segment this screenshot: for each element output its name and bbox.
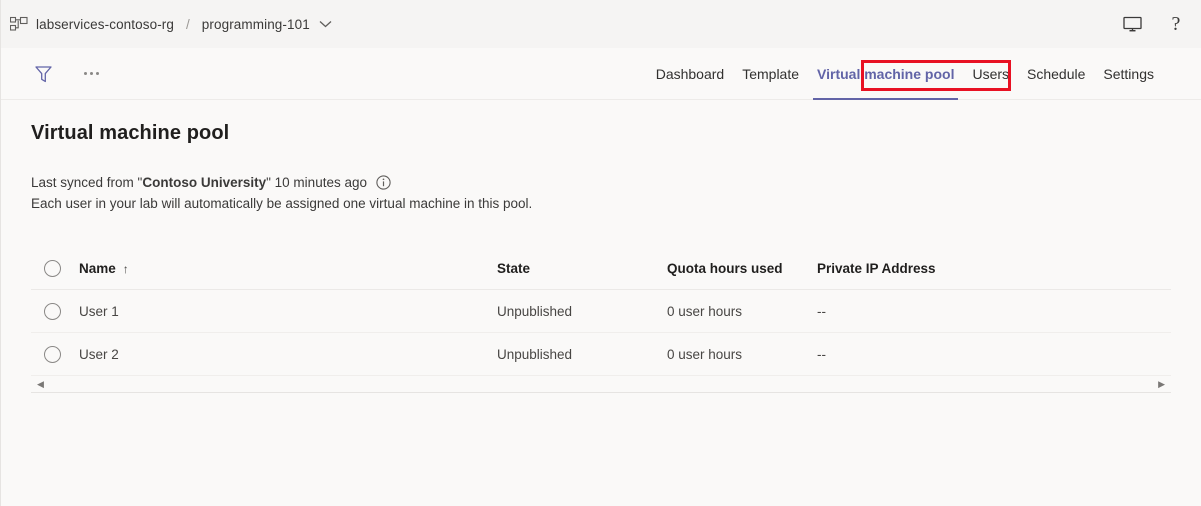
- cell-name: User 2: [79, 347, 497, 362]
- tab-users[interactable]: Users: [963, 48, 1018, 99]
- cell-private-ip-address: --: [817, 347, 1171, 362]
- breadcrumb-bar: labservices-contoso-rg / programming-101…: [1, 0, 1201, 48]
- ellipsis-dot: [84, 72, 87, 75]
- tab-schedule[interactable]: Schedule: [1018, 48, 1094, 99]
- tab-settings[interactable]: Settings: [1094, 48, 1163, 99]
- scroll-right-arrow-icon[interactable]: ▶: [1158, 380, 1165, 389]
- help-glyph: ?: [1172, 14, 1181, 34]
- cell-private-ip-address: --: [817, 304, 1171, 319]
- row-select-cell: [31, 346, 79, 363]
- scroll-left-arrow-icon[interactable]: ◀: [37, 380, 44, 389]
- tab-dashboard[interactable]: Dashboard: [647, 48, 734, 99]
- sync-source-name: Contoso University: [142, 172, 266, 193]
- cell-name: User 1: [79, 304, 497, 319]
- ellipsis-dot: [90, 72, 93, 75]
- pool-description: Each user in your lab will automatically…: [31, 193, 1171, 214]
- horizontal-scrollbar[interactable]: ◀ ▶: [31, 376, 1171, 393]
- column-header-name-label: Name: [79, 261, 116, 276]
- tab-list: Dashboard Template Virtual machine pool …: [647, 48, 1163, 99]
- breadcrumb-lab-name[interactable]: programming-101: [202, 17, 310, 32]
- cell-quota-hours-used: 0 user hours: [667, 304, 817, 319]
- column-header-quota-hours-used[interactable]: Quota hours used: [667, 261, 817, 276]
- page-title: Virtual machine pool: [31, 122, 1171, 145]
- virtual-machine-table: Name ↑ State Quota hours used Private IP …: [31, 248, 1171, 393]
- column-header-name[interactable]: Name ↑: [79, 261, 497, 276]
- sync-suffix: " 10 minutes ago: [266, 172, 367, 193]
- filter-funnel-icon[interactable]: [29, 60, 57, 88]
- ellipsis-icon[interactable]: [77, 62, 105, 86]
- command-bar-left: [29, 60, 105, 88]
- command-bar: Dashboard Template Virtual machine pool …: [1, 48, 1201, 100]
- table-header-row: Name ↑ State Quota hours used Private IP …: [31, 248, 1171, 290]
- select-all-checkbox[interactable]: [44, 260, 61, 277]
- breadcrumb-separator: /: [186, 17, 190, 32]
- chevron-down-icon[interactable]: [319, 20, 332, 28]
- cell-state: Unpublished: [497, 347, 667, 362]
- ellipsis-dot: [96, 72, 99, 75]
- column-header-private-ip-address[interactable]: Private IP Address: [817, 261, 1171, 276]
- tab-virtual-machine-pool[interactable]: Virtual machine pool: [808, 48, 963, 99]
- titlebar-actions: ?: [1121, 13, 1187, 35]
- breadcrumb-resource-group[interactable]: labservices-contoso-rg: [36, 17, 174, 32]
- select-all-cell: [31, 260, 79, 277]
- row-select-cell: [31, 303, 79, 320]
- sort-ascending-icon: ↑: [123, 262, 129, 276]
- help-question-icon[interactable]: ?: [1165, 13, 1187, 35]
- sync-status-block: Last synced from "Contoso University" 10…: [31, 172, 1171, 214]
- table-row[interactable]: User 2 Unpublished 0 user hours --: [31, 333, 1171, 376]
- sync-status-line: Last synced from "Contoso University" 10…: [31, 172, 1171, 193]
- sync-prefix: Last synced from ": [31, 172, 142, 193]
- info-circle-icon[interactable]: [376, 175, 391, 190]
- cell-state: Unpublished: [497, 304, 667, 319]
- monitor-icon[interactable]: [1121, 13, 1143, 35]
- tab-template[interactable]: Template: [733, 48, 808, 99]
- resource-group-icon: [9, 14, 29, 34]
- main-content: Virtual machine pool Last synced from "C…: [1, 100, 1201, 393]
- cell-quota-hours-used: 0 user hours: [667, 347, 817, 362]
- lab-services-page: labservices-contoso-rg / programming-101…: [0, 0, 1201, 506]
- table-row[interactable]: User 1 Unpublished 0 user hours --: [31, 290, 1171, 333]
- column-header-state[interactable]: State: [497, 261, 667, 276]
- row-checkbox[interactable]: [44, 303, 61, 320]
- row-checkbox[interactable]: [44, 346, 61, 363]
